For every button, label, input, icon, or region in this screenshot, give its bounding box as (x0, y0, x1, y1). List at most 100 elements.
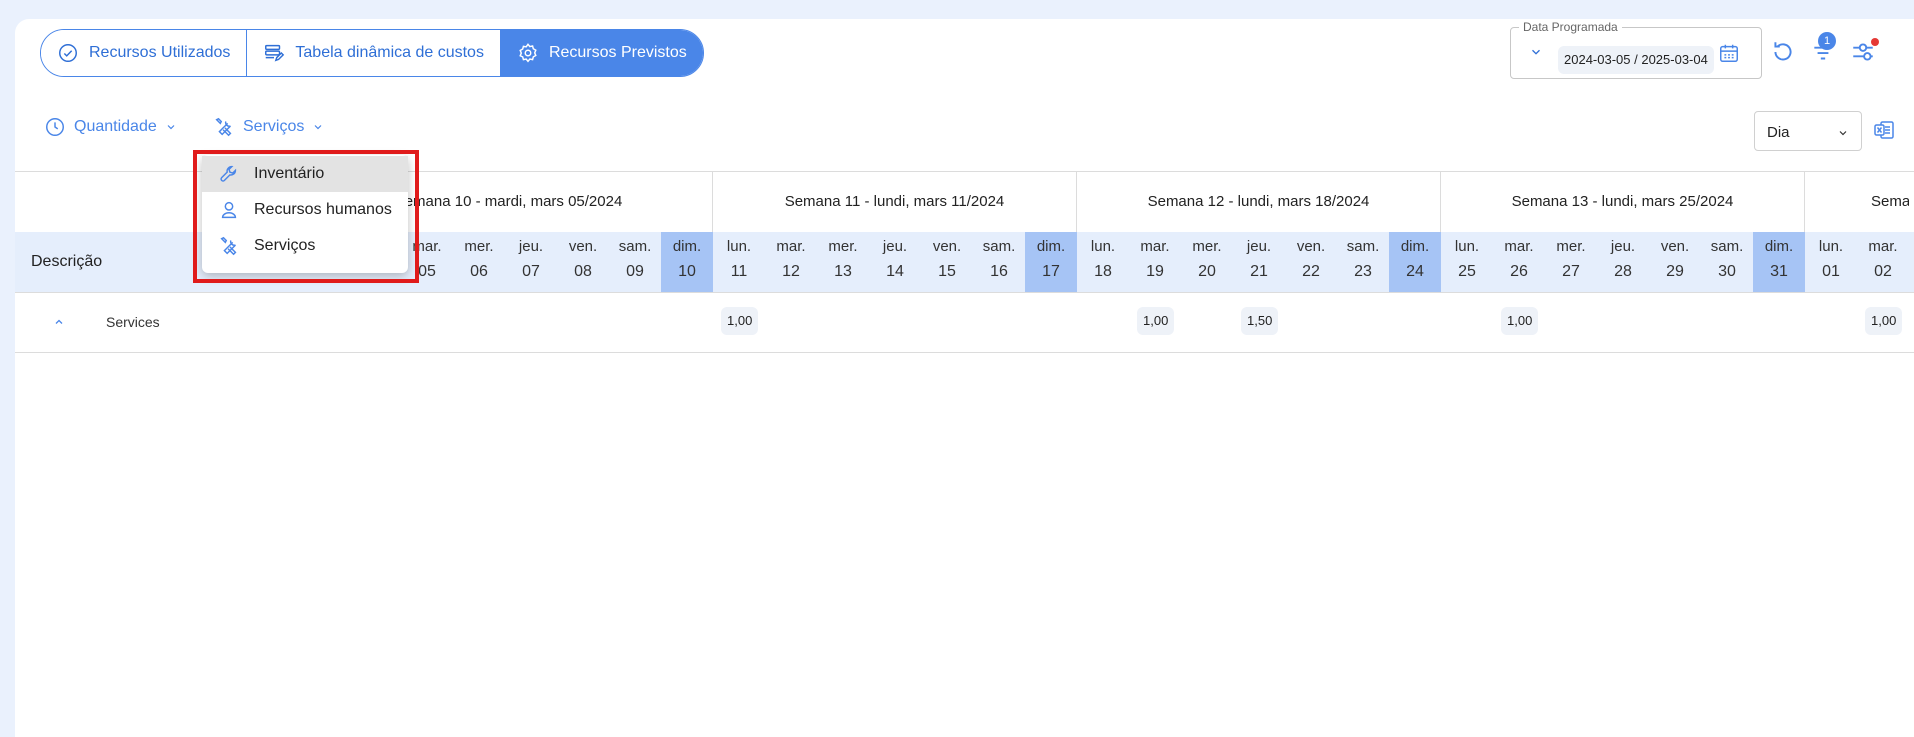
quantity-value-cell[interactable]: 1,00 (721, 307, 759, 335)
week-header: Semana 12 - lundi, mars 18/2024 (1077, 171, 1441, 232)
chevron-down-icon (314, 125, 322, 130)
chevron-down-icon[interactable] (1529, 45, 1543, 59)
day-name: lun. (1454, 238, 1480, 255)
day-name: jeu. (882, 238, 908, 255)
tab-label: Recursos Utilizados (89, 44, 231, 61)
day-number: 22 (1302, 263, 1320, 280)
day-number: 14 (886, 263, 904, 280)
day-number: 15 (938, 263, 956, 280)
day-name: mer. (464, 238, 494, 255)
chevron-down-icon (167, 125, 175, 130)
quantity-dropdown[interactable]: Quantidade (44, 116, 177, 138)
day-name: mer. (1556, 238, 1586, 255)
period-select[interactable]: Dia (1754, 111, 1862, 151)
day-header: mer. 13 (817, 232, 869, 292)
day-name: lun. (1090, 238, 1116, 255)
week-header: Semana 11 - lundi, mars 11/2024 (713, 171, 1077, 232)
day-name: ven. (568, 238, 598, 255)
day-number: 17 (1042, 263, 1060, 280)
date-range-value: 2024-03-05 / 2025-03-04 (1558, 46, 1714, 74)
day-number: 31 (1770, 263, 1788, 280)
chevron-up-icon[interactable] (52, 316, 66, 328)
calendar-icon[interactable] (1718, 41, 1740, 65)
day-number: 29 (1666, 263, 1684, 280)
highlight-box (193, 150, 419, 283)
day-header: lun. 01 (1805, 232, 1857, 292)
day-header: lun. 18 (1077, 232, 1129, 292)
day-header: ven. 08 (557, 232, 609, 292)
day-number: 25 (1458, 263, 1476, 280)
excel-export-icon[interactable] (1872, 118, 1896, 142)
day-number: 13 (834, 263, 852, 280)
chevron-down-icon (1839, 131, 1847, 136)
day-header: dim. 31 (1753, 232, 1805, 292)
day-number: 08 (574, 263, 592, 280)
day-header: mer. 06 (453, 232, 505, 292)
day-name: ven. (932, 238, 962, 255)
day-number: 27 (1562, 263, 1580, 280)
day-header: ven. 29 (1649, 232, 1701, 292)
day-name: sam. (618, 238, 652, 255)
day-name: jeu. (1610, 238, 1636, 255)
refresh-icon[interactable] (1770, 39, 1796, 65)
day-number: 11 (730, 263, 748, 280)
day-name: ven. (1660, 238, 1690, 255)
day-name: sam. (1346, 238, 1380, 255)
day-header: jeu. 28 (1597, 232, 1649, 292)
day-number: 20 (1198, 263, 1216, 280)
day-number: 06 (470, 263, 488, 280)
day-name: mar. (1140, 238, 1170, 255)
quantity-value-cell[interactable]: 1,00 (1137, 307, 1175, 335)
day-number: 09 (626, 263, 644, 280)
day-name: sam. (982, 238, 1016, 255)
quantity-value-cell[interactable]: 1,00 (1865, 307, 1903, 335)
tab-tabela-dinamica[interactable]: Tabela dinâmica de custos (247, 30, 501, 76)
view-tabs: Recursos Utilizados Tabela dinâmica de c… (40, 29, 704, 77)
day-name: dim. (672, 238, 702, 255)
day-header: lun. 25 (1441, 232, 1493, 292)
day-header: sam. 16 (973, 232, 1025, 292)
services-label: Serviços (243, 118, 305, 135)
table-row[interactable]: Services 1,00 1,00 1,50 1,00 1,00 (15, 292, 1914, 352)
day-name: dim. (1036, 238, 1066, 255)
day-header: sam. 23 (1337, 232, 1389, 292)
quantity-value-cell[interactable]: 1,50 (1241, 307, 1279, 335)
day-number: 12 (782, 263, 800, 280)
table-edit-icon (265, 44, 285, 62)
day-name: ven. (1296, 238, 1326, 255)
day-name: lun. (726, 238, 752, 255)
day-name: mar. (1504, 238, 1534, 255)
day-header: mer. 27 (1545, 232, 1597, 292)
day-number: 10 (678, 263, 696, 280)
day-header: dim. 17 (1025, 232, 1077, 292)
day-name: sam. (1710, 238, 1744, 255)
day-number: 07 (522, 263, 540, 280)
row-bottom-border (15, 352, 1914, 353)
notification-dot (1871, 38, 1879, 46)
quantity-value-cell[interactable]: 1,00 (1501, 307, 1539, 335)
day-number: 02 (1874, 263, 1892, 280)
day-header: mar. 12 (765, 232, 817, 292)
services-dropdown[interactable]: Serviços (213, 116, 324, 138)
day-header: ven. 22 (1285, 232, 1337, 292)
tab-recursos-previstos[interactable]: Recursos Previstos (500, 30, 703, 76)
day-number: 28 (1614, 263, 1632, 280)
day-number: 26 (1510, 263, 1528, 280)
day-header: jeu. 14 (869, 232, 921, 292)
day-header: mar. 26 (1493, 232, 1545, 292)
tab-recursos-utilizados[interactable]: Recursos Utilizados (41, 30, 248, 76)
scheduled-date-field[interactable]: Data Programada 2024-03-05 / 2025-03-04 (1510, 20, 1762, 79)
tab-label: Recursos Previstos (548, 44, 687, 61)
day-name: mar. (1868, 238, 1898, 255)
day-header: jeu. 07 (505, 232, 557, 292)
day-name: dim. (1764, 238, 1794, 255)
day-name: mer. (828, 238, 858, 255)
day-header: dim. 24 (1389, 232, 1441, 292)
date-field-legend: Data Programada (1519, 20, 1622, 34)
day-number: 19 (1146, 263, 1164, 280)
row-label: Services (106, 314, 160, 330)
day-number: 21 (1250, 263, 1268, 280)
filter-count-badge: 1 (1818, 32, 1836, 50)
description-header: Descrição (31, 253, 103, 270)
day-header: sam. 30 (1701, 232, 1753, 292)
